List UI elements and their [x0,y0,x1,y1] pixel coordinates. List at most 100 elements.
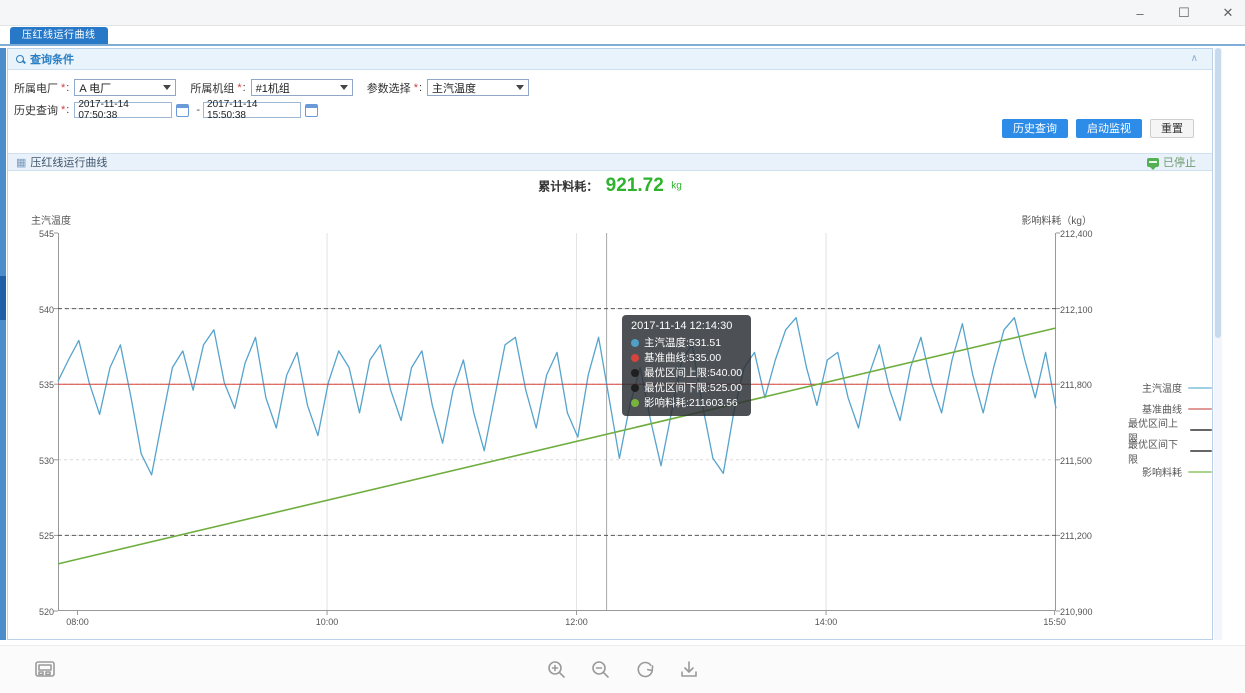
plant-select[interactable]: A 电厂 [74,79,176,96]
end-datetime-input[interactable]: 2017-11-14 15:50:38 [203,102,301,118]
app-window: – ☐ ✕ 压红线运行曲线 查询条件 ∧ 所属电厂 * : A 电厂 所属机组 … [0,0,1245,693]
zoom-out-icon[interactable] [590,659,612,681]
window-titlebar: – ☐ ✕ [0,0,1245,26]
tooltip-row: 主汽温度:531.51 [631,335,742,350]
chevron-down-icon [516,85,524,90]
cumulative-total: 累计料耗： 921.72 kg [8,175,1212,197]
tooltip-series-value: 基准曲线:535.00 [644,350,721,365]
chart-legend: 主汽温度基准曲线最优区间上限最优区间下限影响料耗 [1128,377,1212,482]
left-axis-title: 主汽温度 [31,212,71,227]
left-axis-ticks: 545540535530525520 [26,233,54,611]
maximize-icon[interactable]: ☐ [1175,5,1193,21]
query-form-row-2: 历史查询 * : 2017-11-14 07:50:38 - 2017-11-1… [14,102,322,118]
monitor-status-text: 已停止 [1163,154,1196,170]
right-tick-label: 211,800 [1060,380,1092,390]
query-form-row-1: 所属电厂 * : A 电厂 所属机组 * : #1机组 参数选择 * : 主汽温… [14,79,543,96]
right-scrollbar[interactable] [1214,48,1222,640]
legend-line-swatch [1190,450,1212,452]
tooltip-series-dot [631,384,639,392]
chevron-up-icon[interactable]: ∧ [1191,53,1198,64]
legend-item-最优区间下限[interactable]: 最优区间下限 [1128,440,1212,461]
left-tick-label: 520 [39,607,54,617]
label-colon: : [419,82,422,94]
unit-label: 所属机组 [190,80,234,96]
reset-button[interactable]: 重置 [1150,119,1194,138]
bottom-toolbar [0,645,1245,693]
series-主汽温度 [58,318,1056,475]
legend-item-主汽温度[interactable]: 主汽温度 [1128,377,1212,398]
monitor-status-icon [1147,158,1159,167]
param-select-value: 主汽温度 [432,80,476,96]
tab-pressure-curve[interactable]: 压红线运行曲线 [10,27,108,44]
x-tick-label: 10:00 [316,617,339,627]
tooltip-row: 基准曲线:535.00 [631,350,742,365]
range-separator: - [196,104,200,116]
total-unit: kg [671,181,682,192]
download-icon[interactable] [678,659,700,681]
tooltip-series-dot [631,369,639,377]
left-tick-label: 540 [39,305,54,315]
right-tick-label: 210,900 [1060,607,1093,617]
left-scroll-strip[interactable] [0,48,6,640]
required-mark: * [414,82,418,94]
chart-plot-area[interactable] [58,233,1056,611]
zoom-in-icon[interactable] [546,659,568,681]
history-range-label: 历史查询 [14,102,58,118]
grid-icon: ▦ [16,156,26,169]
x-tick-label: 08:00 [66,617,89,627]
history-query-button[interactable]: 历史查询 [1002,119,1068,138]
tooltip-series-value: 主汽温度:531.51 [644,335,721,350]
unit-select[interactable]: #1机组 [251,79,353,96]
right-tick-label: 212,400 [1060,229,1093,239]
legend-line-swatch [1190,429,1212,431]
legend-label: 主汽温度 [1142,380,1182,395]
label-colon: : [243,82,246,94]
left-scroll-thumb[interactable] [0,276,6,320]
right-axis-title: 影响料耗（kg） [1021,212,1092,227]
unit-select-value: #1机组 [256,80,290,96]
right-tick-label: 211,200 [1060,531,1092,541]
param-label: 参数选择 [367,80,411,96]
required-mark: * [61,82,65,94]
chevron-down-icon [340,85,348,90]
tooltip-series-value: 最优区间下限:525.00 [644,380,742,395]
tooltip-row: 影响料耗:211603.56 [631,395,742,410]
start-datetime-input[interactable]: 2017-11-14 07:50:38 [74,102,172,118]
x-tick-label: 12:00 [565,617,588,627]
refresh-icon[interactable] [634,659,656,681]
minimize-icon[interactable]: – [1131,6,1149,21]
chart-tooltip: 2017-11-14 12:14:30 主汽温度:531.51基准曲线:535.… [622,315,751,416]
calendar-icon[interactable] [305,104,318,117]
plant-label: 所属电厂 [14,80,58,96]
main-content: 查询条件 ∧ 所属电厂 * : A 电厂 所属机组 * : #1机组 参数选择 … [7,48,1213,640]
chart-panel-header: ▦ 压红线运行曲线 已停止 [8,153,1212,171]
query-conditions-title: 查询条件 [30,51,74,67]
thumbnail-view-icon[interactable] [34,659,56,681]
tooltip-row: 最优区间下限:525.00 [631,380,742,395]
start-monitor-button[interactable]: 启动监视 [1076,119,1142,138]
legend-label: 最优区间下限 [1128,436,1184,466]
left-tick-label: 525 [39,531,54,541]
left-tick-label: 530 [39,456,54,466]
param-select[interactable]: 主汽温度 [427,79,529,96]
legend-line-swatch [1188,471,1212,473]
query-conditions-header: 查询条件 ∧ [8,49,1212,70]
tooltip-series-dot [631,339,639,347]
right-scrollbar-thumb[interactable] [1215,48,1221,338]
x-axis-ticks: 08:0010:0012:0014:0015:50 [58,617,1056,631]
close-icon[interactable]: ✕ [1219,5,1237,21]
total-label: 累计料耗： [538,180,598,194]
query-buttons: 历史查询 启动监视 重置 [1002,119,1194,138]
tooltip-timestamp: 2017-11-14 12:14:30 [631,320,742,332]
tooltip-row: 最优区间上限:540.00 [631,365,742,380]
calendar-icon[interactable] [176,104,189,117]
series-影响料耗 [58,328,1056,564]
monitor-status: 已停止 [1147,154,1196,170]
plant-select-value: A 电厂 [79,80,111,96]
legend-line-swatch [1188,408,1212,410]
required-mark: * [61,104,65,116]
legend-line-swatch [1188,387,1212,389]
tab-bar: 压红线运行曲线 [0,26,1245,46]
chevron-down-icon [163,85,171,90]
tooltip-series-dot [631,354,639,362]
